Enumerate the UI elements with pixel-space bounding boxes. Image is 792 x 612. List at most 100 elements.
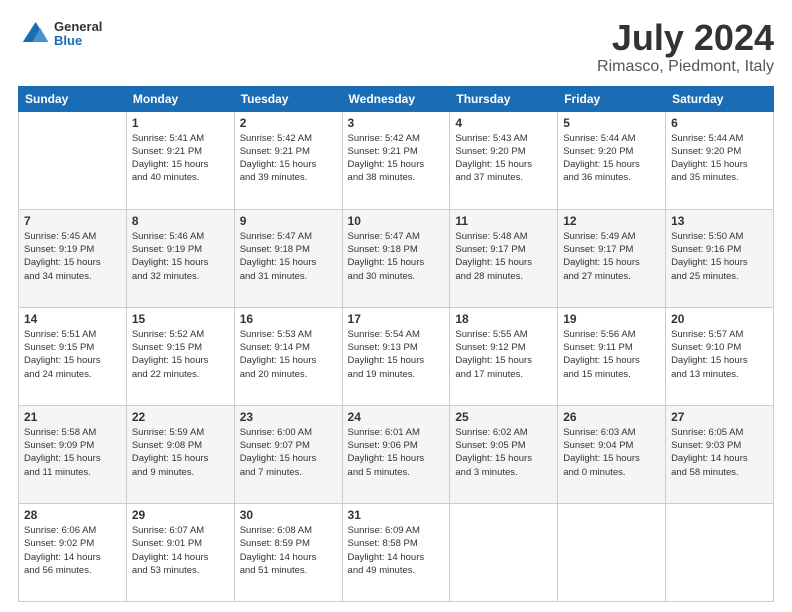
day-number: 6	[671, 116, 768, 130]
day-number: 15	[132, 312, 229, 326]
day-info: Sunrise: 5:42 AMSunset: 9:21 PMDaylight:…	[348, 132, 445, 185]
calendar-week-row: 14 Sunrise: 5:51 AMSunset: 9:15 PMDayligh…	[19, 307, 774, 405]
day-info: Sunrise: 5:48 AMSunset: 9:17 PMDaylight:…	[455, 230, 552, 283]
calendar-cell: 4Sunrise: 5:43 AMSunset: 9:20 PMDaylight…	[450, 111, 558, 209]
day-number: 14	[24, 312, 121, 326]
calendar-cell: 13 Sunrise: 5:50 AMSunset: 9:16 PMDayligh…	[666, 209, 774, 307]
day-number: 29	[132, 508, 229, 522]
calendar-cell: 27Sunrise: 6:05 AMSunset: 9:03 PMDayligh…	[666, 405, 774, 503]
day-info: Sunrise: 6:00 AMSunset: 9:07 PMDaylight:…	[240, 426, 337, 479]
calendar-cell: 25 Sunrise: 6:02 AMSunset: 9:05 PMDayligh…	[450, 405, 558, 503]
day-info: Sunrise: 5:44 AMSunset: 9:20 PMDaylight:…	[563, 132, 660, 185]
page-subtitle: Rimasco, Piedmont, Italy	[597, 58, 774, 76]
day-number: 26	[563, 410, 660, 424]
day-info: Sunrise: 5:47 AMSunset: 9:18 PMDaylight:…	[348, 230, 445, 283]
day-number: 30	[240, 508, 337, 522]
page: General Blue July 2024 Rimasco, Piedmont…	[0, 0, 792, 612]
day-info: Sunrise: 6:08 AMSunset: 8:59 PMDaylight:…	[240, 524, 337, 577]
day-number: 4	[455, 116, 552, 130]
calendar-cell: 11Sunrise: 5:48 AMSunset: 9:17 PMDayligh…	[450, 209, 558, 307]
calendar-cell: 17Sunrise: 5:54 AMSunset: 9:13 PMDayligh…	[342, 307, 450, 405]
day-info: Sunrise: 6:06 AMSunset: 9:02 PMDaylight:…	[24, 524, 121, 577]
calendar-cell: 5 Sunrise: 5:44 AMSunset: 9:20 PMDaylight…	[558, 111, 666, 209]
day-info: Sunrise: 5:57 AMSunset: 9:10 PMDaylight:…	[671, 328, 768, 381]
calendar-cell: 19 Sunrise: 5:56 AMSunset: 9:11 PMDayligh…	[558, 307, 666, 405]
day-number: 27	[671, 410, 768, 424]
day-number: 12	[563, 214, 660, 228]
day-number: 16	[240, 312, 337, 326]
day-number: 18	[455, 312, 552, 326]
day-info: Sunrise: 5:59 AMSunset: 9:08 PMDaylight:…	[132, 426, 229, 479]
day-number: 8	[132, 214, 229, 228]
day-number: 3	[348, 116, 445, 130]
calendar-day-header: Thursday	[450, 86, 558, 111]
header: General Blue July 2024 Rimasco, Piedmont…	[18, 18, 774, 76]
calendar-cell	[19, 111, 127, 209]
day-info: Sunrise: 5:53 AMSunset: 9:14 PMDaylight:…	[240, 328, 337, 381]
title-block: July 2024 Rimasco, Piedmont, Italy	[597, 18, 774, 76]
day-number: 1	[132, 116, 229, 130]
calendar-cell: 9Sunrise: 5:47 AMSunset: 9:18 PMDaylight…	[234, 209, 342, 307]
calendar-cell: 1 Sunrise: 5:41 AMSunset: 9:21 PMDaylight…	[126, 111, 234, 209]
calendar-cell: 15 Sunrise: 5:52 AMSunset: 9:15 PMDayligh…	[126, 307, 234, 405]
calendar-cell: 31 Sunrise: 6:09 AMSunset: 8:58 PMDayligh…	[342, 503, 450, 601]
logo-general: General	[54, 20, 102, 34]
day-info: Sunrise: 5:46 AMSunset: 9:19 PMDaylight:…	[132, 230, 229, 283]
calendar-cell: 20 Sunrise: 5:57 AMSunset: 9:10 PMDayligh…	[666, 307, 774, 405]
calendar-cell: 29Sunrise: 6:07 AMSunset: 9:01 PMDayligh…	[126, 503, 234, 601]
day-info: Sunrise: 5:50 AMSunset: 9:16 PMDaylight:…	[671, 230, 768, 283]
day-info: Sunrise: 5:58 AMSunset: 9:09 PMDaylight:…	[24, 426, 121, 479]
day-number: 19	[563, 312, 660, 326]
day-number: 5	[563, 116, 660, 130]
calendar-day-header: Wednesday	[342, 86, 450, 111]
day-info: Sunrise: 5:42 AMSunset: 9:21 PMDaylight:…	[240, 132, 337, 185]
calendar-header-row: SundayMondayTuesdayWednesdayThursdayFrid…	[19, 86, 774, 111]
day-number: 21	[24, 410, 121, 424]
logo-blue: Blue	[54, 34, 102, 48]
calendar-day-header: Friday	[558, 86, 666, 111]
calendar-cell: 6 Sunrise: 5:44 AMSunset: 9:20 PMDaylight…	[666, 111, 774, 209]
calendar-cell: 23 Sunrise: 6:00 AMSunset: 9:07 PMDayligh…	[234, 405, 342, 503]
day-number: 31	[348, 508, 445, 522]
day-number: 23	[240, 410, 337, 424]
calendar-cell	[558, 503, 666, 601]
day-info: Sunrise: 5:52 AMSunset: 9:15 PMDaylight:…	[132, 328, 229, 381]
day-info: Sunrise: 6:02 AMSunset: 9:05 PMDaylight:…	[455, 426, 552, 479]
day-number: 25	[455, 410, 552, 424]
day-number: 20	[671, 312, 768, 326]
calendar-week-row: 1 Sunrise: 5:41 AMSunset: 9:21 PMDaylight…	[19, 111, 774, 209]
calendar-cell: 12 Sunrise: 5:49 AMSunset: 9:17 PMDayligh…	[558, 209, 666, 307]
calendar-day-header: Monday	[126, 86, 234, 111]
day-number: 24	[348, 410, 445, 424]
calendar-week-row: 21 Sunrise: 5:58 AMSunset: 9:09 PMDayligh…	[19, 405, 774, 503]
calendar-cell: 22Sunrise: 5:59 AMSunset: 9:08 PMDayligh…	[126, 405, 234, 503]
calendar-cell: 24Sunrise: 6:01 AMSunset: 9:06 PMDayligh…	[342, 405, 450, 503]
day-info: Sunrise: 5:45 AMSunset: 9:19 PMDaylight:…	[24, 230, 121, 283]
calendar-cell: 14 Sunrise: 5:51 AMSunset: 9:15 PMDayligh…	[19, 307, 127, 405]
calendar-cell: 30 Sunrise: 6:08 AMSunset: 8:59 PMDayligh…	[234, 503, 342, 601]
calendar-cell: 26Sunrise: 6:03 AMSunset: 9:04 PMDayligh…	[558, 405, 666, 503]
page-title: July 2024	[597, 18, 774, 58]
day-info: Sunrise: 5:56 AMSunset: 9:11 PMDaylight:…	[563, 328, 660, 381]
logo-icon	[18, 18, 50, 50]
calendar-cell: 10 Sunrise: 5:47 AMSunset: 9:18 PMDayligh…	[342, 209, 450, 307]
day-number: 9	[240, 214, 337, 228]
day-number: 28	[24, 508, 121, 522]
calendar-cell: 2 Sunrise: 5:42 AMSunset: 9:21 PMDaylight…	[234, 111, 342, 209]
calendar-cell: 16 Sunrise: 5:53 AMSunset: 9:14 PMDayligh…	[234, 307, 342, 405]
day-number: 10	[348, 214, 445, 228]
calendar-cell: 8 Sunrise: 5:46 AMSunset: 9:19 PMDaylight…	[126, 209, 234, 307]
calendar-table: SundayMondayTuesdayWednesdayThursdayFrid…	[18, 86, 774, 602]
day-info: Sunrise: 5:44 AMSunset: 9:20 PMDaylight:…	[671, 132, 768, 185]
day-number: 2	[240, 116, 337, 130]
calendar-day-header: Sunday	[19, 86, 127, 111]
calendar-cell: 28 Sunrise: 6:06 AMSunset: 9:02 PMDayligh…	[19, 503, 127, 601]
logo-text: General Blue	[54, 20, 102, 49]
day-number: 13	[671, 214, 768, 228]
day-number: 7	[24, 214, 121, 228]
calendar-cell	[666, 503, 774, 601]
day-info: Sunrise: 5:51 AMSunset: 9:15 PMDaylight:…	[24, 328, 121, 381]
day-info: Sunrise: 5:41 AMSunset: 9:21 PMDaylight:…	[132, 132, 229, 185]
day-info: Sunrise: 6:09 AMSunset: 8:58 PMDaylight:…	[348, 524, 445, 577]
day-info: Sunrise: 5:49 AMSunset: 9:17 PMDaylight:…	[563, 230, 660, 283]
